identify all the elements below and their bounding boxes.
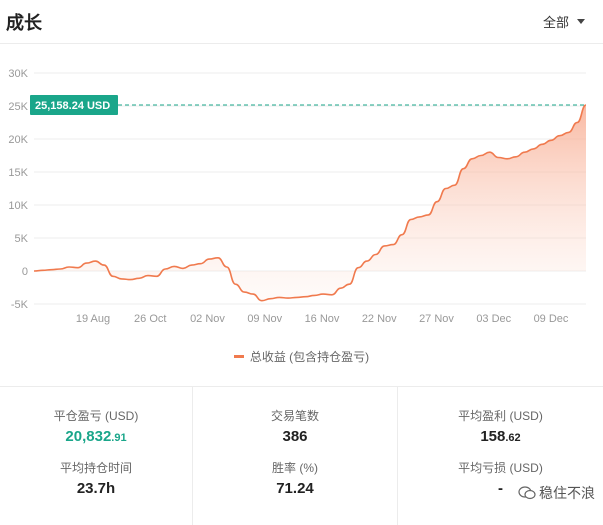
legend-swatch (233, 355, 244, 358)
stat-realized-pnl: 平仓盈亏 (USD) 20,832.91 (0, 407, 192, 445)
x-tick-label: 22 Nov (362, 313, 397, 325)
stat-label: 平均盈利 (USD) (458, 409, 543, 423)
stat-value: 386 (282, 428, 308, 445)
watermark-text: 稳住不浪 (539, 485, 595, 501)
y-tick-label: 30K (8, 68, 28, 80)
y-tick-label: 5K (15, 233, 29, 245)
stat-avg-hold-time: 平均持仓时间 23.7h (0, 459, 192, 497)
x-tick-label: 03 Dec (476, 313, 511, 325)
stat-value: 23.7h (76, 480, 116, 497)
y-tick-label: 0 (22, 266, 28, 278)
growth-chart-svg: 30K 25K 20K 15K 10K 5K 0 -5K 19 Aug 26 Oct 02 Nov… (8, 68, 587, 325)
stat-label: 平均亏损 (USD) (458, 461, 543, 475)
legend-label: 总收益 (包含持仓盈亏) (249, 350, 370, 364)
x-tick-label: 09 Nov (247, 313, 282, 325)
stats-column-1: 平仓盈亏 (USD) 20,832.91 平均持仓时间 23.7h (0, 387, 192, 525)
current-value-text: 25,158.24 USD (35, 100, 110, 112)
x-tick-label: 27 Nov (419, 313, 454, 325)
stat-value-int: 158 (480, 428, 506, 445)
y-tick-label: -5K (11, 299, 29, 311)
stat-trade-count: 交易笔数 386 (193, 407, 397, 445)
page-title: 成长 (6, 13, 42, 33)
wechat-icon (518, 486, 536, 500)
header: 成长 全部 (0, 0, 603, 44)
y-tick-label: 20K (8, 134, 28, 146)
chart-legend[interactable]: 总收益 (包含持仓盈亏) (0, 348, 603, 365)
stat-win-rate: 胜率 (%) 71.24 (193, 459, 397, 497)
stat-avg-profit: 平均盈利 (USD) 158.62 (398, 407, 603, 445)
stat-label: 胜率 (%) (272, 461, 318, 475)
caret-down-icon (577, 19, 585, 24)
stat-value-frac: .91 (111, 432, 127, 444)
stats-column-3: 平均盈利 (USD) 158.62 平均亏损 (USD) - (398, 387, 603, 525)
x-tick-label: 26 Oct (134, 313, 166, 325)
x-tick-label: 19 Aug (76, 313, 110, 325)
current-value-label: 25,158.24 USD (30, 94, 118, 115)
stat-label: 交易笔数 (270, 409, 319, 423)
stat-value: 158.62 (398, 428, 603, 445)
watermark: 稳住不浪 (518, 483, 595, 503)
stat-value-frac: .62 (505, 432, 521, 444)
y-tick-label: 10K (8, 200, 28, 212)
x-tick-label: 02 Nov (190, 313, 225, 325)
y-tick-label: 25K (8, 101, 28, 113)
period-filter-dropdown[interactable]: 全部 (543, 12, 585, 31)
stat-value: 71.24 (276, 480, 314, 497)
x-tick-label: 16 Nov (305, 313, 340, 325)
stat-value: 20,832.91 (0, 428, 192, 445)
stats-column-2: 交易笔数 386 胜率 (%) 71.24 (192, 387, 398, 525)
x-tick-label: 09 Dec (534, 313, 569, 325)
stats-panel: 平仓盈亏 (USD) 20,832.91 平均持仓时间 23.7h 交易笔数 3… (0, 387, 603, 525)
y-tick-label: 15K (8, 167, 28, 179)
stat-label: 平仓盈亏 (USD) (53, 409, 139, 423)
period-filter-label: 全部 (542, 15, 569, 30)
stat-label: 平均持仓时间 (59, 461, 132, 475)
stat-value-int: 20,832 (65, 428, 112, 445)
growth-chart: 30K 25K 20K 15K 10K 5K 0 -5K 19 Aug 26 Oct 02 Nov… (0, 44, 603, 384)
